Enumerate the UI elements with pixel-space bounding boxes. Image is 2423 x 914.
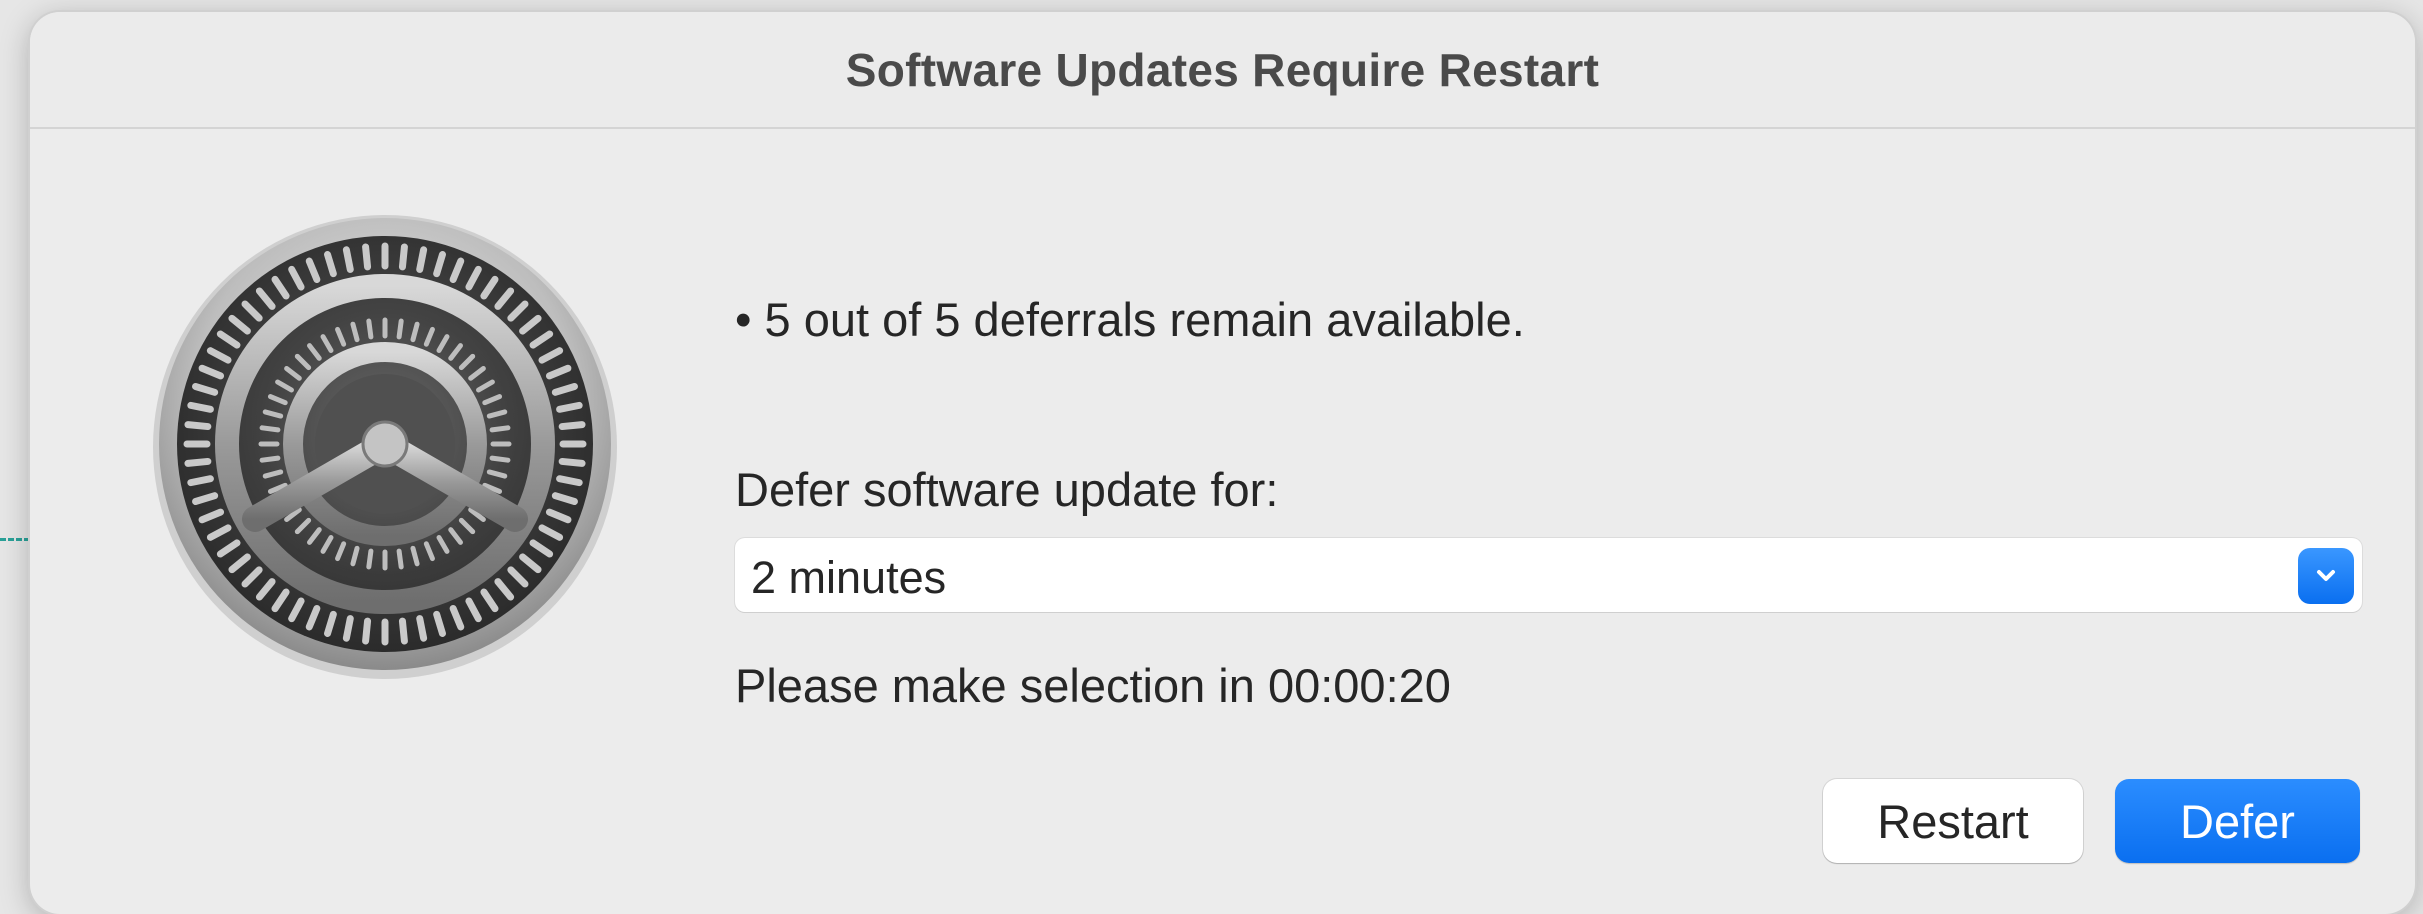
restart-button[interactable]: Restart	[1823, 779, 2083, 863]
defer-duration-select[interactable]: 2 minutes	[735, 538, 2362, 612]
dashed-guide-line	[0, 538, 30, 541]
deferrals-remaining-text: • 5 out of 5 deferrals remain available.	[735, 293, 1525, 346]
dialog-title: Software Updates Require Restart	[845, 43, 1600, 96]
title-bar: Software Updates Require Restart	[30, 12, 2415, 129]
defer-duration-value: 2 minutes	[751, 552, 947, 603]
system-preferences-gear-icon	[150, 212, 620, 682]
defer-button[interactable]: Defer	[2115, 779, 2360, 863]
update-dialog: Software Updates Require Restart • 5 out…	[30, 12, 2415, 914]
defer-duration-label: Defer software update for:	[735, 463, 1279, 516]
chevron-down-icon[interactable]	[2298, 548, 2354, 604]
countdown-text: Please make selection in 00:00:20	[735, 659, 1451, 712]
